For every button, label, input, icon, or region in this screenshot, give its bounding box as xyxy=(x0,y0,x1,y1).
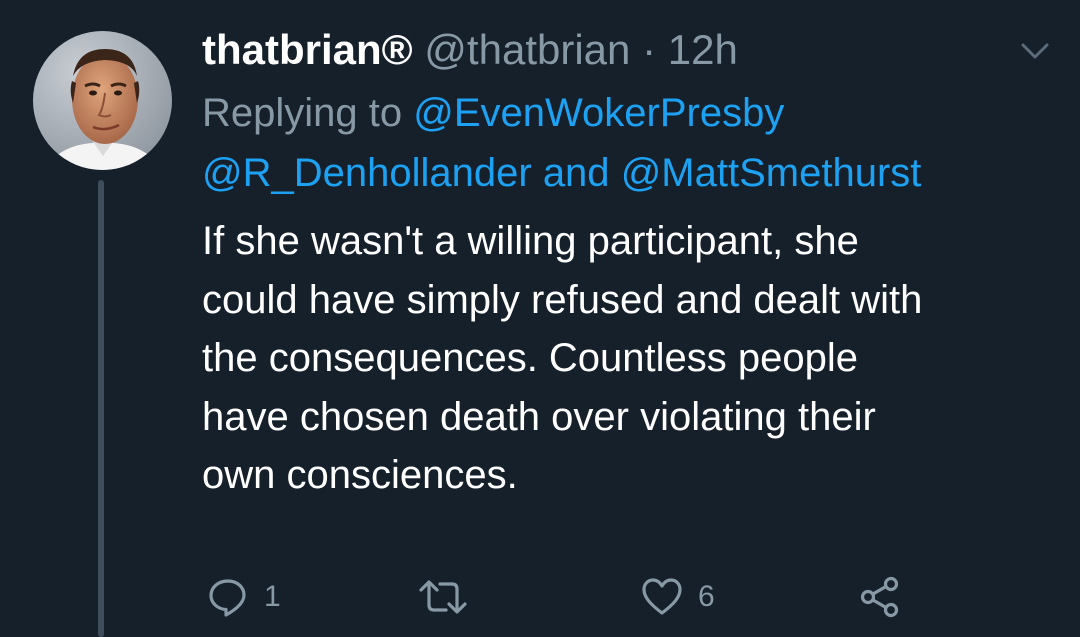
tweet-body-line: could have simply refused and dealt with xyxy=(202,277,923,322)
tweet-body: If she wasn't a willing participant, she… xyxy=(202,212,1062,505)
mention-joiner: and xyxy=(542,151,610,195)
action-bar: 1 6 xyxy=(0,572,1080,622)
tweet-body-line: If she wasn't a willing participant, she xyxy=(202,219,859,263)
tweet[interactable]: thatbrian® @thatbrian · 12h Replying to … xyxy=(0,0,1080,637)
tweet-header: thatbrian® @thatbrian · 12h xyxy=(202,26,738,74)
tweet-body-line: own consciences. xyxy=(202,453,518,497)
timestamp[interactable]: 12h xyxy=(668,26,738,73)
replying-to-line: Replying to @EvenWokerPresby xyxy=(202,90,784,136)
chevron-down-icon[interactable] xyxy=(1015,36,1055,66)
like-count: 6 xyxy=(698,580,715,613)
mention-link[interactable]: @MattSmethurst xyxy=(621,151,922,195)
share-icon xyxy=(860,576,899,618)
tweet-body-line: the consequences. Countless people xyxy=(202,336,859,380)
separator-dot: · xyxy=(642,26,657,73)
avatar-image xyxy=(33,31,172,170)
replying-to-line-continued: @R_Denhollander and @MattSmethurst xyxy=(202,150,921,196)
thread-connector-line xyxy=(98,180,104,637)
avatar[interactable] xyxy=(33,31,172,170)
retweet-icon xyxy=(419,580,467,614)
reply-count: 1 xyxy=(264,580,281,613)
display-name[interactable]: thatbrian® xyxy=(202,26,413,73)
user-handle[interactable]: @thatbrian xyxy=(424,26,630,73)
tweet-body-line: have chosen death over violating their xyxy=(202,394,876,439)
mention-link[interactable]: @R_Denhollander xyxy=(202,151,532,195)
mention-link[interactable]: @EvenWokerPresby xyxy=(413,91,784,135)
share-button[interactable] xyxy=(858,572,902,622)
reply-button[interactable]: 1 xyxy=(206,572,281,622)
reply-icon xyxy=(209,579,246,617)
replying-to-label: Replying to xyxy=(202,91,403,135)
like-button[interactable]: 6 xyxy=(640,572,715,622)
retweet-button[interactable] xyxy=(418,572,468,622)
heart-icon xyxy=(642,578,682,615)
